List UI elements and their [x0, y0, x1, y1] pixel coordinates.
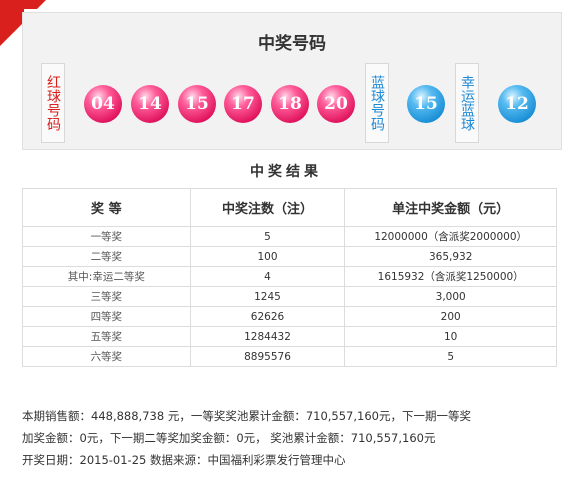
table-header-row: 奖 等 中奖注数（注） 单注中奖金额（元）	[22, 188, 557, 227]
lucky-blue-ball: 12	[498, 85, 536, 123]
table-row: 二等奖 100 365,932	[22, 246, 557, 267]
prize-name: 三等奖	[22, 286, 191, 307]
blue-ball: 15	[407, 85, 445, 123]
header-prize-level: 奖 等	[22, 188, 191, 227]
red-ball-label-text: 红球号码	[45, 75, 61, 131]
winner-count: 100	[189, 246, 346, 267]
winning-numbers-panel: 中奖号码 红球号码 04 14 15 17 18 20 蓝球号码 15 幸运蓝球…	[22, 12, 562, 150]
red-ball-2: 14	[131, 85, 169, 123]
red-ball-5: 18	[271, 85, 309, 123]
winner-count: 1284432	[189, 326, 346, 347]
prize-name: 其中:幸运二等奖	[22, 266, 191, 287]
summary-sales-line: 本期销售额：448,888,738 元，一等奖奖池累计金额：710,557,16…	[22, 409, 471, 423]
lucky-blue-ball-label: 幸运蓝球	[455, 63, 479, 143]
prize-name: 六等奖	[22, 346, 191, 367]
prize-amount: 10	[344, 326, 557, 347]
prize-name: 五等奖	[22, 326, 191, 347]
prize-amount: 12000000（含派奖2000000）	[344, 226, 557, 247]
table-row: 五等奖 1284432 10	[22, 326, 557, 347]
prize-amount: 3,000	[344, 286, 557, 307]
header-prize-amount: 单注中奖金额（元）	[344, 188, 557, 227]
prize-amount: 365,932	[344, 246, 557, 267]
red-ball-1: 04	[84, 85, 122, 123]
prize-name: 四等奖	[22, 306, 191, 327]
table-row: 一等奖 5 12000000（含派奖2000000）	[22, 226, 557, 247]
prize-amount: 5	[344, 346, 557, 367]
table-row: 其中:幸运二等奖 4 1615932（含派奖1250000）	[22, 266, 557, 287]
winner-count: 1245	[189, 286, 346, 307]
lucky-blue-ball-label-text: 幸运蓝球	[459, 75, 475, 131]
prize-name: 二等奖	[22, 246, 191, 267]
winner-count: 4	[189, 266, 346, 287]
red-ball-label: 红球号码	[41, 63, 65, 143]
red-ball-6: 20	[317, 85, 355, 123]
red-ball-3: 15	[178, 85, 216, 123]
winning-numbers-title: 中奖号码	[258, 34, 326, 54]
summary-date-source-line: 开奖日期：2015-01-25 数据来源：中国福利彩票发行管理中心	[22, 453, 346, 467]
prize-amount: 200	[344, 306, 557, 327]
winner-count: 62626	[189, 306, 346, 327]
red-ball-4: 17	[224, 85, 262, 123]
table-row: 四等奖 62626 200	[22, 306, 557, 327]
blue-ball-label-text: 蓝球号码	[369, 75, 385, 131]
blue-ball-label: 蓝球号码	[365, 63, 389, 143]
winner-count: 8895576	[189, 346, 346, 367]
summary-bonus-line: 加奖金额：0元，下一期二等奖加奖金额：0元， 奖池累计金额：710,557,16…	[22, 431, 436, 445]
results-title: 中奖结果	[250, 164, 322, 180]
header-winner-count: 中奖注数（注）	[189, 188, 346, 227]
prize-name: 一等奖	[22, 226, 191, 247]
draw-summary: 本期销售额：448,888,738 元，一等奖奖池累计金额：710,557,16…	[22, 405, 567, 471]
table-row: 三等奖 1245 3,000	[22, 286, 557, 307]
table-row: 六等奖 8895576 5	[22, 346, 557, 367]
prize-table: 奖 等 中奖注数（注） 单注中奖金额（元） 一等奖 5 12000000（含派奖…	[22, 188, 557, 367]
prize-amount: 1615932（含派奖1250000）	[344, 266, 557, 287]
winner-count: 5	[189, 226, 346, 247]
